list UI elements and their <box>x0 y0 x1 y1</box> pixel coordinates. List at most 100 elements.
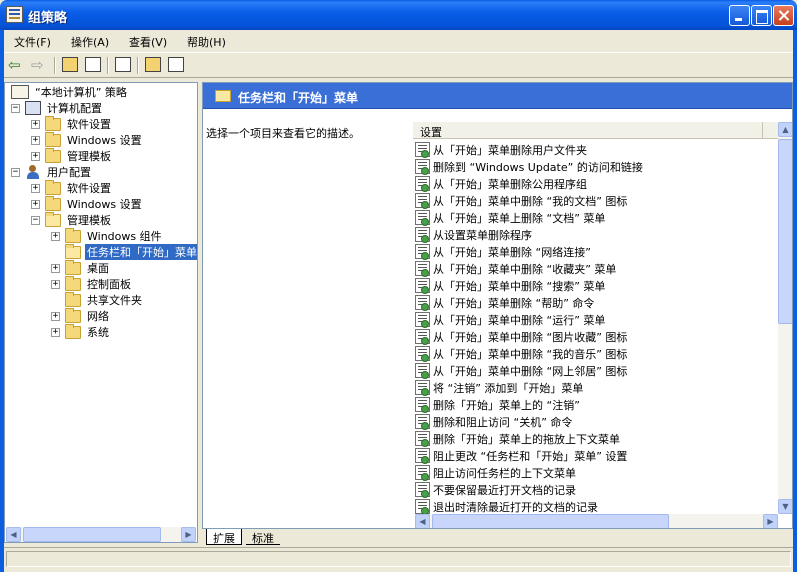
expand-icon[interactable]: + <box>31 183 40 193</box>
setting-row[interactable]: 从「开始」菜单中删除 “我的文档” 图标 <box>415 192 627 209</box>
setting-row[interactable]: 从「开始」菜单删除用户文件夹 <box>415 141 587 158</box>
menu-action[interactable]: 操作(A) <box>71 34 109 50</box>
tree-label: 计算机配置 <box>47 102 102 115</box>
tree-item-windows-settings[interactable]: + Windows 设置 <box>31 131 144 148</box>
tree-label: Windows 组件 <box>87 230 162 243</box>
menu-file[interactable]: 文件(F) <box>14 34 51 50</box>
tree-pane[interactable]: “本地计算机” 策略 − 计算机配置 + 软件设置 + Windows 设置 +… <box>4 82 198 543</box>
menu-view[interactable]: 查看(V) <box>129 34 167 50</box>
setting-row[interactable]: 阻止访问任务栏的上下文菜单 <box>415 464 576 481</box>
back-arrow-icon[interactable]: ⇦ <box>8 56 26 74</box>
maximize-button[interactable] <box>751 5 772 26</box>
tree-item-computer-config[interactable]: − 计算机配置 <box>11 100 104 116</box>
scroll-right-icon[interactable]: ▶ <box>181 527 196 542</box>
setting-label: 从「开始」菜单删除 “帮助” 命令 <box>433 296 595 310</box>
list-header[interactable]: 设置 <box>413 122 778 139</box>
collapse-icon[interactable]: − <box>11 103 20 113</box>
tree-item-software-settings[interactable]: + 软件设置 <box>31 115 113 132</box>
setting-row[interactable]: 不要保留最近打开文档的记录 <box>415 481 576 498</box>
console-view-icon[interactable] <box>167 56 185 74</box>
collapse-icon[interactable]: − <box>11 167 20 177</box>
tree-item-user-admin-templates[interactable]: − 管理模板 <box>31 211 113 228</box>
scroll-thumb[interactable] <box>778 139 792 324</box>
help-book-icon[interactable] <box>144 56 162 74</box>
forward-arrow-icon[interactable]: ⇨ <box>31 56 49 74</box>
tree-horizontal-scrollbar[interactable]: ◀ ▶ <box>6 527 196 542</box>
setting-row[interactable]: 从「开始」菜单中删除 “搜索” 菜单 <box>415 277 605 294</box>
expand-icon[interactable]: + <box>51 231 60 241</box>
tree-item-user-windows-settings[interactable]: + Windows 设置 <box>31 195 144 212</box>
expand-icon[interactable]: + <box>51 279 60 289</box>
tree-item-system[interactable]: + 系统 <box>51 323 111 340</box>
view-tabs: 扩展 标准 <box>202 529 793 545</box>
setting-row[interactable]: 从「开始」菜单中删除 “我的音乐” 图标 <box>415 345 627 362</box>
setting-row[interactable]: 从「开始」菜单删除公用程序组 <box>415 175 587 192</box>
policy-icon <box>11 85 29 99</box>
tree-item-desktop[interactable]: + 桌面 <box>51 259 111 276</box>
expand-icon[interactable]: + <box>31 135 40 145</box>
tree-item-admin-templates[interactable]: + 管理模板 <box>31 147 113 164</box>
tree-label: 网络 <box>87 310 109 323</box>
tree-item-user-config[interactable]: − 用户配置 <box>11 164 93 180</box>
export-list-icon[interactable] <box>114 56 132 74</box>
setting-row[interactable]: 删除「开始」菜单上的拖放上下文菜单 <box>415 430 620 447</box>
up-folder-icon[interactable] <box>61 56 79 74</box>
tree-item-shared-folders[interactable]: 共享文件夹 <box>51 291 144 308</box>
scroll-up-icon[interactable]: ▲ <box>778 122 792 137</box>
expand-icon[interactable]: + <box>31 199 40 209</box>
setting-row[interactable]: 从「开始」菜单删除 “网络连接” <box>415 243 591 260</box>
window-frame-right <box>793 30 797 572</box>
settings-list[interactable]: 设置 从「开始」菜单删除用户文件夹 删除到 “Windows Update” 的访… <box>413 122 792 515</box>
setting-row[interactable]: 删除「开始」菜单上的 “注销” <box>415 396 580 413</box>
setting-row[interactable]: 从「开始」菜单中删除 “图片收藏” 图标 <box>415 328 627 345</box>
expand-icon[interactable]: + <box>51 327 60 337</box>
setting-label: 将 “注销” 添加到「开始」菜单 <box>433 381 584 395</box>
expand-icon[interactable]: + <box>31 151 40 161</box>
policy-setting-icon <box>415 329 430 345</box>
expand-icon[interactable]: + <box>31 119 40 129</box>
list-horizontal-scrollbar[interactable]: ◀ ▶ <box>415 514 778 528</box>
scroll-down-icon[interactable]: ▼ <box>778 499 792 514</box>
toolbar-separator <box>137 57 139 74</box>
list-vertical-scrollbar[interactable]: ▲ ▼ <box>778 122 792 514</box>
setting-row[interactable]: 退出时清除最近打开的文档的记录 <box>415 498 598 515</box>
setting-row[interactable]: 从「开始」菜单中删除 “运行” 菜单 <box>415 311 605 328</box>
title-bar[interactable]: 组策略 <box>0 0 797 30</box>
tree-root[interactable]: “本地计算机” 策略 <box>11 84 129 100</box>
menu-help[interactable]: 帮助(H) <box>187 34 226 50</box>
scroll-left-icon[interactable]: ◀ <box>415 514 430 528</box>
tree-item-user-software-settings[interactable]: + 软件设置 <box>31 179 113 196</box>
setting-row[interactable]: 将 “注销” 添加到「开始」菜单 <box>415 379 583 396</box>
minimize-button[interactable] <box>729 5 750 26</box>
tree-item-control-panel[interactable]: + 控制面板 <box>51 275 133 292</box>
column-divider[interactable] <box>762 122 764 138</box>
setting-row[interactable]: 从「开始」菜单上删除 “文档” 菜单 <box>415 209 605 226</box>
expand-icon[interactable]: + <box>51 263 60 273</box>
show-tree-icon[interactable] <box>84 56 102 74</box>
setting-row[interactable]: 从「开始」菜单中删除 “收藏夹” 菜单 <box>415 260 616 277</box>
setting-label: 从「开始」菜单中删除 “图片收藏” 图标 <box>433 330 628 344</box>
tab-extended[interactable]: 扩展 <box>206 529 242 545</box>
tab-standard[interactable]: 标准 <box>246 529 280 545</box>
column-header-setting[interactable]: 设置 <box>420 124 442 140</box>
status-cell <box>6 551 791 567</box>
setting-row[interactable]: 从「开始」菜单中删除 “网上邻居” 图标 <box>415 362 627 379</box>
setting-row[interactable]: 从设置菜单删除程序 <box>415 226 532 243</box>
folder-icon <box>65 323 81 339</box>
tree-item-network[interactable]: + 网络 <box>51 307 111 324</box>
setting-label: 从「开始」菜单中删除 “运行” 菜单 <box>433 313 606 327</box>
scroll-left-icon[interactable]: ◀ <box>6 527 21 542</box>
tree-item-windows-components[interactable]: + Windows 组件 <box>51 227 164 244</box>
collapse-icon[interactable]: − <box>31 215 40 225</box>
setting-row[interactable]: 阻止更改 “任务栏和「开始」菜单” 设置 <box>415 447 627 464</box>
policy-setting-icon <box>415 380 430 396</box>
scroll-thumb[interactable] <box>23 527 161 542</box>
setting-row[interactable]: 删除和阻止访问 “关机” 命令 <box>415 413 572 430</box>
setting-row[interactable]: 删除到 “Windows Update” 的访问和链接 <box>415 158 643 175</box>
expand-icon[interactable]: + <box>51 311 60 321</box>
setting-row[interactable]: 从「开始」菜单删除 “帮助” 命令 <box>415 294 594 311</box>
close-button[interactable] <box>773 5 794 26</box>
tree-item-taskbar-start[interactable]: 任务栏和「开始」菜单 <box>51 243 197 260</box>
scroll-right-icon[interactable]: ▶ <box>763 514 778 528</box>
scroll-thumb[interactable] <box>432 514 669 528</box>
